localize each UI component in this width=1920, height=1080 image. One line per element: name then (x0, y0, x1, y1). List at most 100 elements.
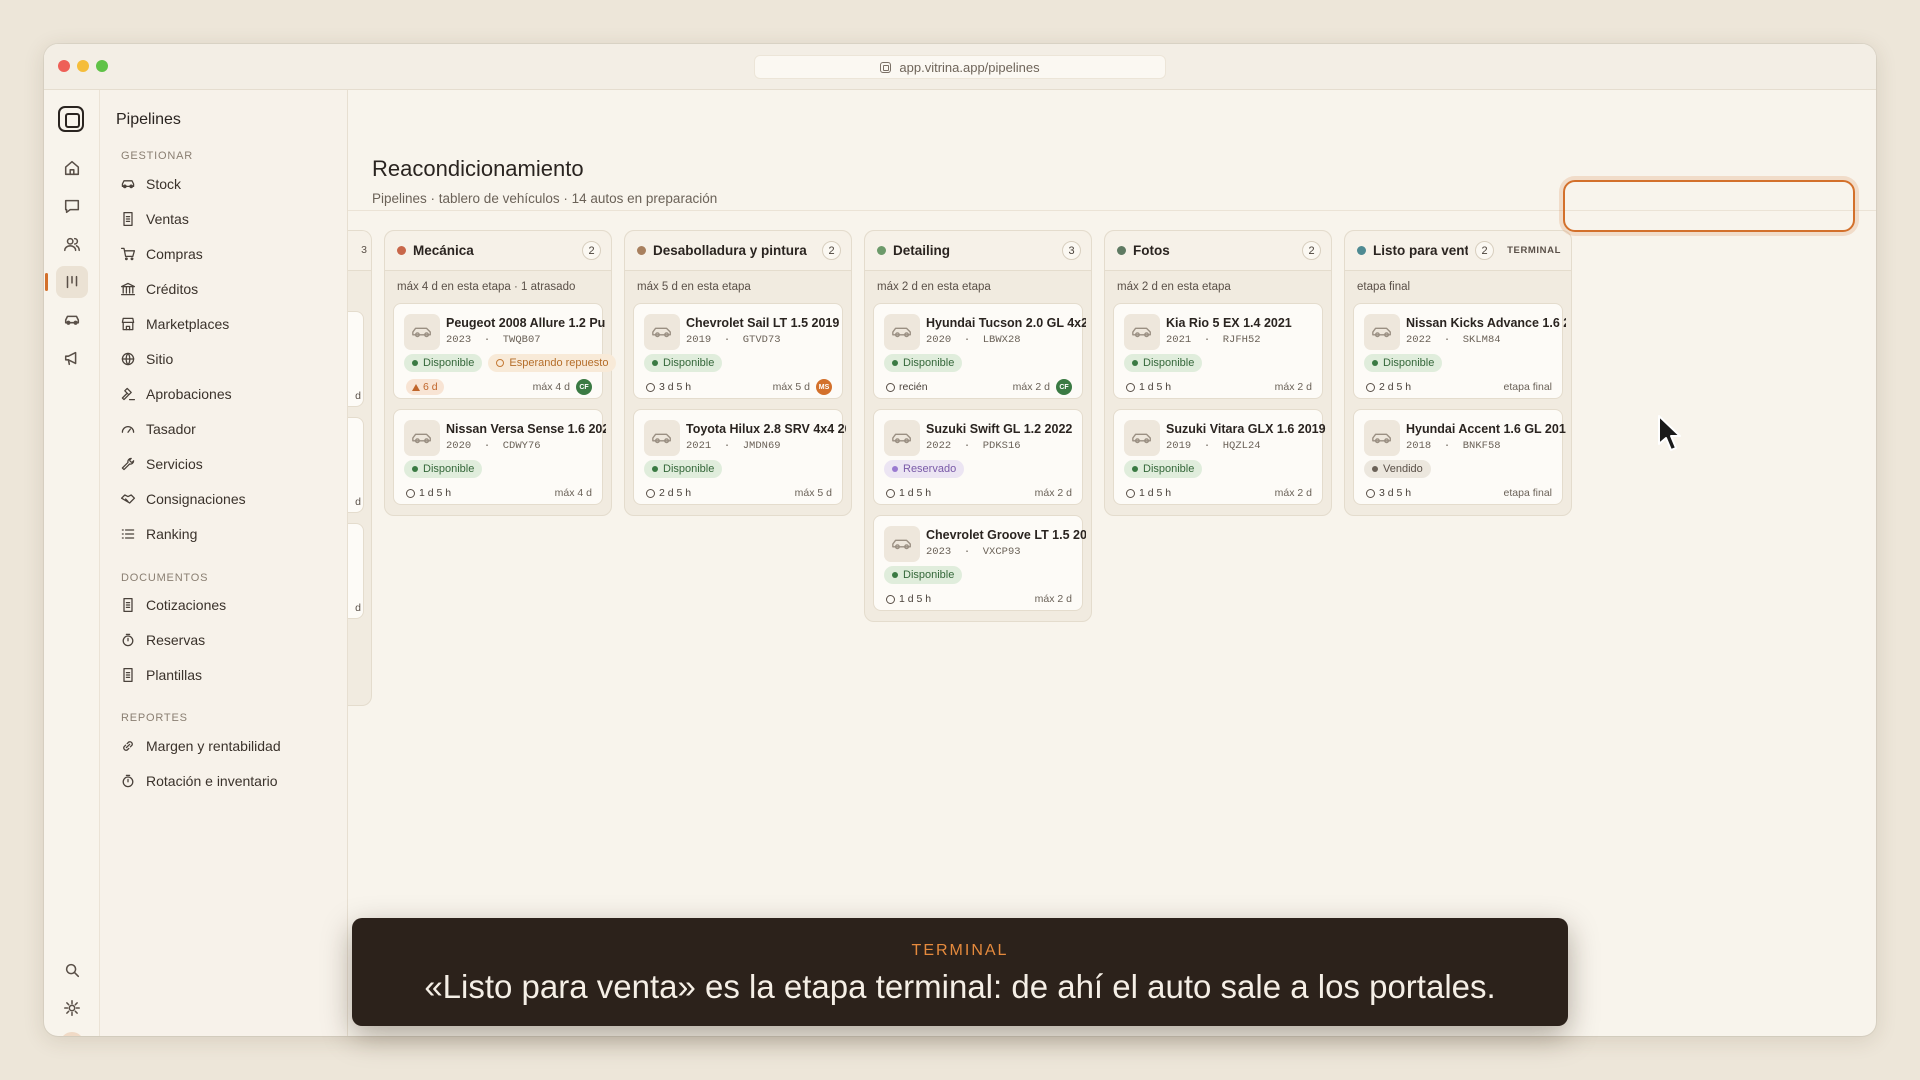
column-title: Fotos (1133, 243, 1170, 258)
section-label-documentos: DOCUMENTOS (121, 572, 209, 584)
time-in-stage: 2 d 5 h (1379, 381, 1412, 393)
vehicle-card[interactable]: Nissan Versa Sense 1.6 2020 2020 · CDWY76… (393, 409, 606, 505)
column-count: 3 (361, 244, 367, 256)
vehicle-title: Hyundai Accent 1.6 GL 2018 (1406, 422, 1566, 436)
maximize-window-dot[interactable] (96, 60, 108, 72)
badge-row: Disponible (1364, 354, 1443, 372)
column-header[interactable]: Mecánica 2 (385, 231, 611, 271)
browser-titlebar: app.vitrina.app/pipelines (44, 44, 1876, 90)
time-in-stage: 1 d 5 h (899, 593, 932, 605)
assignee-avatar[interactable]: CF (1056, 379, 1072, 395)
store-icon (121, 317, 135, 331)
car-icon[interactable] (56, 304, 88, 336)
column-header[interactable]: Desabolladura y pintura 2 (625, 231, 851, 271)
car-icon (644, 420, 680, 456)
address-bar[interactable]: app.vitrina.app/pipelines (754, 55, 1166, 79)
status-dot (1372, 466, 1378, 472)
sidebar-item-reservas[interactable]: Reservas (120, 626, 340, 654)
pipeline-column: Desabolladura y pintura 2 máx 5 d en esta … (624, 230, 852, 516)
home-icon[interactable] (56, 152, 88, 184)
sidebar-item-plantillas[interactable]: Plantillas (120, 661, 340, 689)
card-footer: 1 d 5 h máx 4 d (406, 486, 592, 500)
vehicle-card[interactable]: Chevrolet Groove LT 1.5 2023 2023 · VXCP9… (873, 515, 1086, 611)
vehicle-meta: 2022 · SKLM84 (1406, 334, 1501, 346)
stage-limit: máx 4 d (532, 381, 570, 393)
section-label-gestionar: GESTIONAR (121, 150, 193, 162)
sidebar-title: Pipelines (116, 111, 181, 128)
column-header[interactable]: Detailing 3 (865, 231, 1091, 271)
sidebar-item-label: Margen y rentabilidad (146, 738, 281, 754)
clock-icon (1366, 382, 1375, 392)
status-badge: Disponible (644, 354, 723, 372)
sidebar-item-ventas[interactable]: Ventas (120, 205, 340, 233)
card-footer: 3 d 5 h etapa final (1366, 486, 1552, 500)
stage-color-dot (877, 246, 886, 255)
messages-icon[interactable] (56, 190, 88, 222)
cart-icon (120, 247, 136, 261)
vehicle-meta: 2023 · VXCP93 (926, 546, 1021, 558)
sidebar-item-margen[interactable]: Margen y rentabilidad (120, 732, 340, 760)
sidebar: Pipelines GESTIONAR Stock Ventas Compras… (100, 90, 348, 1036)
vehicle-meta: 2020 · CDWY76 (446, 440, 541, 452)
status-dot (652, 466, 658, 472)
vehicle-meta: 2022 · PDKS16 (926, 440, 1021, 452)
app-logo-icon[interactable] (58, 106, 84, 132)
sidebar-item-aprobaciones[interactable]: Aprobaciones (120, 380, 340, 408)
contacts-icon[interactable] (56, 228, 88, 260)
time-in-stage: 3 d 5 h (1379, 487, 1412, 499)
stage-color-dot (1117, 246, 1126, 255)
stage-color-dot (1357, 246, 1366, 255)
document-icon (123, 667, 133, 683)
sidebar-item-marketplaces[interactable]: Marketplaces (120, 310, 340, 338)
assignee-avatar[interactable]: MS (816, 379, 832, 395)
pipelines-icon[interactable] (45, 266, 88, 298)
sidebar-item-rotacion[interactable]: Rotación e inventario (120, 767, 340, 795)
car-icon (884, 314, 920, 350)
gear-icon[interactable] (56, 992, 88, 1024)
sidebar-item-tasador[interactable]: Tasador (120, 415, 340, 443)
user-avatar[interactable]: CH (60, 1032, 84, 1036)
vehicle-card[interactable]: Toyota Hilux 2.8 SRV 4x4 2021 2021 · JMDN… (633, 409, 846, 505)
sidebar-item-servicios[interactable]: Servicios (120, 450, 340, 478)
minimize-window-dot[interactable] (77, 60, 89, 72)
search-icon[interactable] (56, 954, 88, 986)
status-dot (412, 466, 418, 472)
sidebar-item-label: Stock (146, 176, 182, 192)
status-badge: Disponible (884, 566, 963, 584)
vehicle-card[interactable]: Nissan Kicks Advance 1.6 2022 2022 · SKLM… (1353, 303, 1566, 399)
car-icon (1124, 314, 1160, 350)
sidebar-item-label: Plantillas (146, 667, 203, 683)
close-window-dot[interactable] (58, 60, 70, 72)
vehicle-card[interactable]: Hyundai Accent 1.6 GL 2018 2018 · BNKF58 V… (1353, 409, 1566, 505)
car-icon (121, 180, 135, 189)
status-dot (1372, 360, 1378, 366)
card-footer: 3 d 5 h máx 5 d MS (646, 379, 832, 395)
vehicle-card[interactable]: Suzuki Vitara GLX 1.6 2019 2019 · HQZL24 D… (1113, 409, 1326, 505)
badge-row: Reservado (884, 460, 965, 478)
sidebar-item-compras[interactable]: Compras (120, 240, 340, 268)
vehicle-card[interactable]: Kia Rio 5 EX 1.4 2021 2021 · RJFH52 Dispon… (1113, 303, 1323, 399)
sidebar-item-label: Créditos (146, 281, 199, 297)
time-in-stage: 1 d 5 h (1139, 381, 1172, 393)
vehicle-card[interactable]: Peugeot 2008 Allure 1.2 Pure... 2023 · TW… (393, 303, 617, 399)
stage-limit: máx 4 d (554, 487, 592, 499)
vehicle-card[interactable]: Hyundai Tucson 2.0 GL 4x2 2... 2020 · LBW… (873, 303, 1086, 399)
assignee-avatar[interactable]: CF (576, 379, 592, 395)
sidebar-item-ranking[interactable]: Ranking (120, 520, 340, 548)
sidebar-item-consignaciones[interactable]: Consignaciones (120, 485, 340, 513)
column-header[interactable]: Listo para venta · 2 TERMINAL (1345, 231, 1571, 271)
sidebar-item-sitio[interactable]: Sitio (120, 345, 340, 373)
column-header[interactable]: Fotos 2 (1105, 231, 1331, 271)
card-footer: 2 d 5 h etapa final (1366, 380, 1552, 394)
sidebar-item-label: Ranking (146, 526, 198, 542)
status-badge: Disponible (404, 354, 483, 372)
sidebar-item-creditos[interactable]: Créditos (120, 275, 340, 303)
column-limit-note: máx 2 d en esta etapa (877, 281, 991, 293)
vehicle-card[interactable]: Suzuki Swift GL 1.2 2022 2022 · PDKS16 Res… (873, 409, 1083, 505)
sidebar-item-cotizaciones[interactable]: Cotizaciones (120, 591, 340, 619)
sidebar-item-stock[interactable]: Stock (120, 170, 340, 198)
status-dot (412, 360, 418, 366)
vehicle-card[interactable]: Chevrolet Sail LT 1.5 2019 2019 · GTVD73 D… (633, 303, 843, 399)
megaphone-icon[interactable] (56, 342, 88, 374)
clock-icon (1126, 382, 1135, 392)
